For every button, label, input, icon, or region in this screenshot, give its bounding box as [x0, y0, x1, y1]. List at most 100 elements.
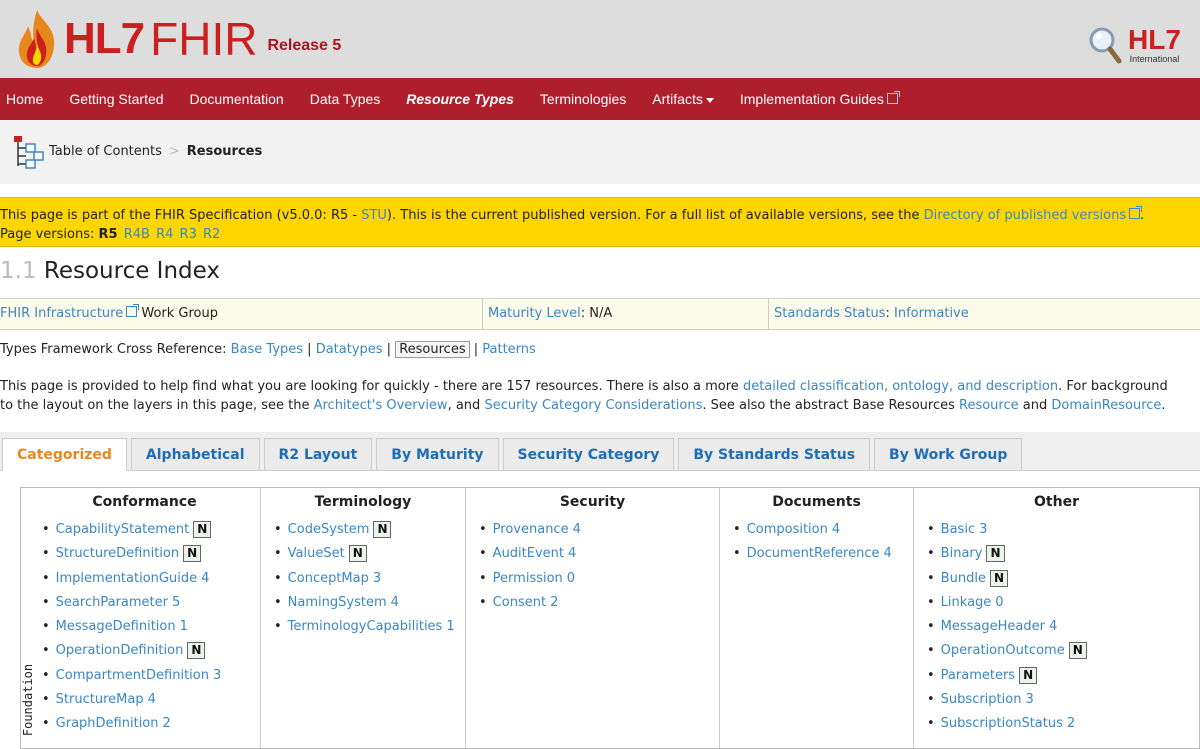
stu-link[interactable]: STU	[361, 208, 387, 223]
resource-link[interactable]: ValueSet	[288, 546, 345, 561]
maturity-level: 4	[568, 546, 577, 562]
nav-documentation[interactable]: Documentation	[177, 91, 297, 107]
tab-by-work-group[interactable]: By Work Group	[874, 438, 1023, 470]
resource-link[interactable]: MessageHeader	[941, 619, 1045, 634]
normative-badge: N	[187, 642, 206, 660]
version-link-r3[interactable]: R3	[180, 227, 197, 242]
xref-patterns[interactable]: Patterns	[482, 342, 536, 357]
tab-security-category[interactable]: Security Category	[502, 438, 675, 470]
para-text: .	[1161, 398, 1166, 413]
column-conformance: ConformanceCapabilityStatementNStructure…	[21, 488, 260, 748]
hl7-intl-subtext: International	[1129, 54, 1180, 64]
tab-r2-layout[interactable]: R2 Layout	[263, 438, 373, 470]
xref-sep: |	[303, 342, 316, 357]
nav-home[interactable]: Home	[0, 91, 56, 107]
resource-link[interactable]: MessageDefinition	[56, 619, 176, 634]
list-item: SubscriptionStatus2	[940, 712, 1199, 736]
resource-link[interactable]: Subscription	[941, 692, 1022, 707]
version-link-r2[interactable]: R2	[203, 227, 220, 242]
resource-link[interactable]: Basic	[941, 522, 975, 537]
para-text: . For background	[1058, 379, 1168, 394]
hl7-fhir-logo[interactable]: HL7 FHIR Release 5	[12, 4, 341, 74]
architect-overview-link[interactable]: Architect's Overview	[314, 398, 448, 413]
resource-link[interactable]: DocumentReference	[747, 546, 880, 561]
workgroup-suffix: Work Group	[141, 306, 218, 321]
status-value-link[interactable]: Informative	[894, 306, 969, 321]
normative-badge: N	[348, 545, 367, 563]
resource-link[interactable]: SubscriptionStatus	[941, 716, 1063, 731]
normative-badge: N	[183, 545, 202, 563]
resource-link[interactable]: StructureDefinition	[56, 546, 179, 561]
nav-getting-started[interactable]: Getting Started	[56, 91, 176, 107]
breadcrumb: Table of Contents > Resources	[49, 144, 262, 159]
security-considerations-link[interactable]: Security Category Considerations	[484, 398, 702, 413]
list-item: CapabilityStatementN	[55, 518, 260, 542]
resource-link[interactable]: Bundle	[941, 571, 986, 586]
resource-link[interactable]: CompartmentDefinition	[56, 668, 209, 683]
tab-categorized[interactable]: Categorized	[2, 438, 127, 471]
version-link-r4b[interactable]: R4B	[124, 227, 150, 242]
resource-link[interactable]: CodeSystem	[288, 522, 370, 537]
resource-link[interactable]: Resource	[959, 398, 1019, 413]
maturity-level: 2	[1066, 716, 1076, 732]
column-other: OtherBasic3BinaryNBundleNLinkage0Message…	[913, 488, 1199, 748]
breadcrumb-toc[interactable]: Table of Contents	[49, 144, 162, 159]
xref-label: Types Framework Cross Reference:	[0, 342, 231, 357]
xref-datatypes[interactable]: Datatypes	[316, 342, 383, 357]
resource-link[interactable]: OperationDefinition	[56, 643, 184, 658]
version-link-r4[interactable]: R4	[156, 227, 173, 242]
nav-resource-types[interactable]: Resource Types	[393, 91, 527, 107]
maturity-level: 2	[162, 716, 171, 732]
resource-link[interactable]: ConceptMap	[288, 571, 369, 586]
nav-artifacts[interactable]: Artifacts	[639, 91, 727, 107]
resource-link[interactable]: Permission	[493, 571, 563, 586]
resource-list: CapabilityStatementNStructureDefinitionN…	[29, 518, 260, 737]
tab-by-standards-status[interactable]: By Standards Status	[678, 438, 871, 470]
nav-terminologies[interactable]: Terminologies	[527, 91, 639, 107]
resource-link[interactable]: TerminologyCapabilities	[288, 619, 443, 634]
nav-implementation-guides[interactable]: Implementation Guides	[727, 91, 911, 107]
nav-ig-label: Implementation Guides	[739, 91, 884, 107]
resource-link[interactable]: NamingSystem	[288, 595, 387, 610]
resource-link[interactable]: Consent	[493, 595, 546, 610]
status-cell: Standards Status: Informative	[768, 299, 1200, 329]
normative-badge: N	[986, 545, 1005, 563]
external-link-icon	[126, 304, 140, 317]
list-item: DocumentReference4	[746, 542, 913, 566]
column-title: Conformance	[92, 494, 197, 510]
tab-by-maturity[interactable]: By Maturity	[376, 438, 499, 470]
maturity-cell: Maturity Level: N/A	[482, 299, 768, 329]
resource-link[interactable]: Linkage	[941, 595, 992, 610]
workgroup-link[interactable]: FHIR Infrastructure	[0, 306, 123, 321]
column-title: Security	[559, 494, 626, 510]
resource-link[interactable]: Composition	[747, 522, 828, 537]
normative-badge: N	[1019, 666, 1038, 684]
domainresource-link[interactable]: DomainResource	[1051, 398, 1161, 413]
resource-link[interactable]: Parameters	[941, 668, 1015, 683]
classification-link[interactable]: detailed classification, ontology, and d…	[743, 379, 1058, 394]
nav-data-types[interactable]: Data Types	[297, 91, 394, 107]
resource-link[interactable]: OperationOutcome	[941, 643, 1065, 658]
directory-versions-link[interactable]: Directory of published versions	[924, 208, 1126, 223]
tab-alphabetical[interactable]: Alphabetical	[130, 438, 260, 470]
maturity-level: 3	[212, 667, 222, 683]
maturity-level: 4	[390, 594, 399, 610]
maturity-link[interactable]: Maturity Level	[488, 306, 581, 321]
resource-link[interactable]: Binary	[941, 546, 983, 561]
xref-base-types[interactable]: Base Types	[231, 342, 303, 357]
resource-link[interactable]: CapabilityStatement	[56, 522, 190, 537]
resource-link[interactable]: Provenance	[493, 522, 569, 537]
list-item: OperationOutcomeN	[940, 639, 1199, 663]
search-icon[interactable]	[1088, 26, 1122, 64]
resource-link[interactable]: StructureMap	[56, 692, 144, 707]
resource-link[interactable]: GraphDefinition	[56, 716, 159, 731]
maturity-level: 4	[831, 522, 841, 537]
status-link[interactable]: Standards Status	[774, 306, 885, 321]
maturity-level: 3	[372, 570, 382, 586]
resource-link[interactable]: ImplementationGuide	[56, 571, 197, 586]
resource-link[interactable]: AuditEvent	[493, 546, 564, 561]
nav-artifacts-label: Artifacts	[652, 91, 703, 107]
hl7-international-logo[interactable]: HL7 International	[1128, 26, 1181, 65]
index-tabs: Categorized Alphabetical R2 Layout By Ma…	[2, 438, 1026, 471]
resource-link[interactable]: SearchParameter	[56, 595, 168, 610]
